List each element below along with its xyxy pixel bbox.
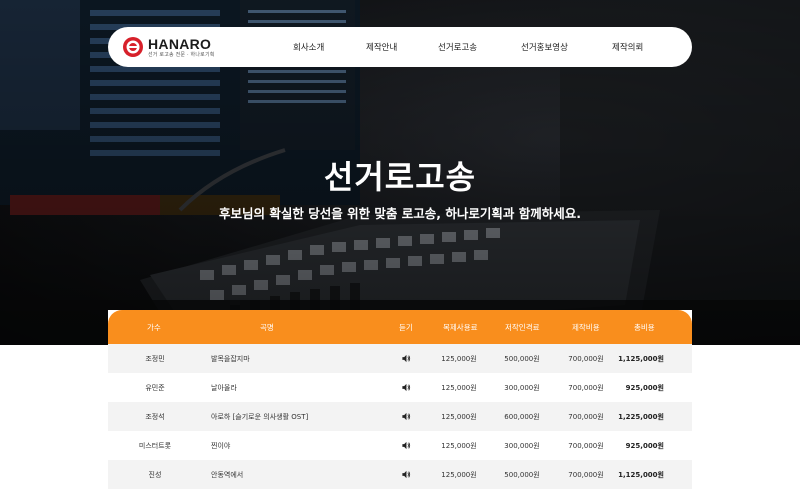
cell-singer: 유민준 bbox=[145, 384, 165, 392]
cell-production-fee: 700,000원 bbox=[568, 355, 604, 363]
cell-song: 안동역에서 bbox=[211, 471, 244, 479]
nav-item-election-video[interactable]: 선거홍보영상 bbox=[521, 41, 568, 53]
speaker-icon[interactable] bbox=[402, 470, 411, 479]
top-navbar: HANARO 선거 로고송 전문 · 하나로기획 회사소개 제작안내 선거로고송… bbox=[108, 27, 692, 67]
speaker-icon[interactable] bbox=[402, 354, 411, 363]
speaker-icon[interactable] bbox=[402, 383, 411, 392]
cell-song: 날아올라 bbox=[211, 384, 237, 392]
cell-copy-fee: 125,000원 bbox=[441, 355, 477, 363]
nav-item-company[interactable]: 회사소개 bbox=[293, 41, 324, 53]
cell-total: 925,000원 bbox=[625, 384, 664, 392]
column-header-copy-fee: 복제사용료 bbox=[443, 323, 478, 332]
column-header-singer: 가수 bbox=[147, 323, 161, 332]
cell-song: 찐이야 bbox=[211, 442, 231, 450]
speaker-icon[interactable] bbox=[402, 412, 411, 421]
cell-copy-fee: 125,000원 bbox=[441, 442, 477, 450]
table-row: 조정석 아로하 [슬기로운 의사생활 OST] 125,000원 600,000… bbox=[108, 402, 692, 431]
cell-copy-fee: 125,000원 bbox=[441, 471, 477, 479]
column-header-production-fee: 제작비용 bbox=[572, 323, 600, 332]
cell-total: 1,225,000원 bbox=[618, 413, 664, 421]
cell-production-fee: 700,000원 bbox=[568, 413, 604, 421]
cell-production-fee: 700,000원 bbox=[568, 384, 604, 392]
column-header-listen: 듣기 bbox=[399, 323, 413, 332]
hero-title: 선거로고송 bbox=[323, 158, 477, 196]
nav-item-production-guide[interactable]: 제작안내 bbox=[366, 41, 397, 53]
nav-item-order-request[interactable]: 제작의뢰 bbox=[612, 41, 643, 53]
price-table: 가수 곡명 듣기 복제사용료 저작인격료 제작비용 총비용 조정민 발목을잡지마… bbox=[108, 310, 692, 500]
page: 선거로고송 후보님의 확실한 당선을 위한 맞춤 로고송, 하나로기획과 함께하… bbox=[0, 0, 800, 500]
table-row: 진성 안동역에서 125,000원 500,000원 700,000원 1,12… bbox=[108, 460, 692, 489]
cell-song: 발목을잡지마 bbox=[211, 355, 250, 363]
table-row: 조정민 발목을잡지마 125,000원 500,000원 700,000원 1,… bbox=[108, 344, 692, 373]
nav-item-election-logosong[interactable]: 선거로고송 bbox=[438, 41, 477, 53]
table-row: 유민준 날아올라 125,000원 300,000원 700,000원 925,… bbox=[108, 373, 692, 402]
column-header-song: 곡명 bbox=[260, 323, 274, 332]
column-header-moral-fee: 저작인격료 bbox=[505, 323, 540, 332]
cell-singer: 미스터트롯 bbox=[138, 442, 172, 450]
column-header-total: 총비용 bbox=[634, 323, 655, 332]
cell-singer: 진성 bbox=[148, 471, 162, 479]
hero-subtitle: 후보님의 확실한 당선을 위한 맞춤 로고송, 하나로기획과 함께하세요. bbox=[219, 206, 581, 221]
cell-total: 1,125,000원 bbox=[618, 355, 664, 363]
nav-menu: 회사소개 제작안내 선거로고송 선거홍보영상 제작의뢰 bbox=[108, 27, 692, 67]
cell-total: 925,000원 bbox=[625, 442, 664, 450]
cell-production-fee: 700,000원 bbox=[568, 442, 604, 450]
cell-moral-fee: 600,000원 bbox=[504, 413, 540, 421]
cell-copy-fee: 125,000원 bbox=[441, 413, 477, 421]
speaker-icon[interactable] bbox=[402, 441, 411, 450]
cell-moral-fee: 300,000원 bbox=[504, 384, 540, 392]
cell-singer: 조정석 bbox=[145, 413, 165, 421]
cell-production-fee: 700,000원 bbox=[568, 471, 604, 479]
cell-song: 아로하 [슬기로운 의사생활 OST] bbox=[211, 413, 309, 421]
cell-copy-fee: 125,000원 bbox=[441, 384, 477, 392]
cell-moral-fee: 500,000원 bbox=[504, 355, 540, 363]
cell-moral-fee: 500,000원 bbox=[504, 471, 540, 479]
cell-moral-fee: 300,000원 bbox=[504, 442, 540, 450]
table-row: 미스터트롯 찐이야 125,000원 300,000원 700,000원 925… bbox=[108, 431, 692, 460]
table-header: 가수 곡명 듣기 복제사용료 저작인격료 제작비용 총비용 bbox=[108, 310, 692, 344]
cell-total: 1,125,000원 bbox=[618, 471, 664, 479]
cell-singer: 조정민 bbox=[145, 355, 165, 363]
